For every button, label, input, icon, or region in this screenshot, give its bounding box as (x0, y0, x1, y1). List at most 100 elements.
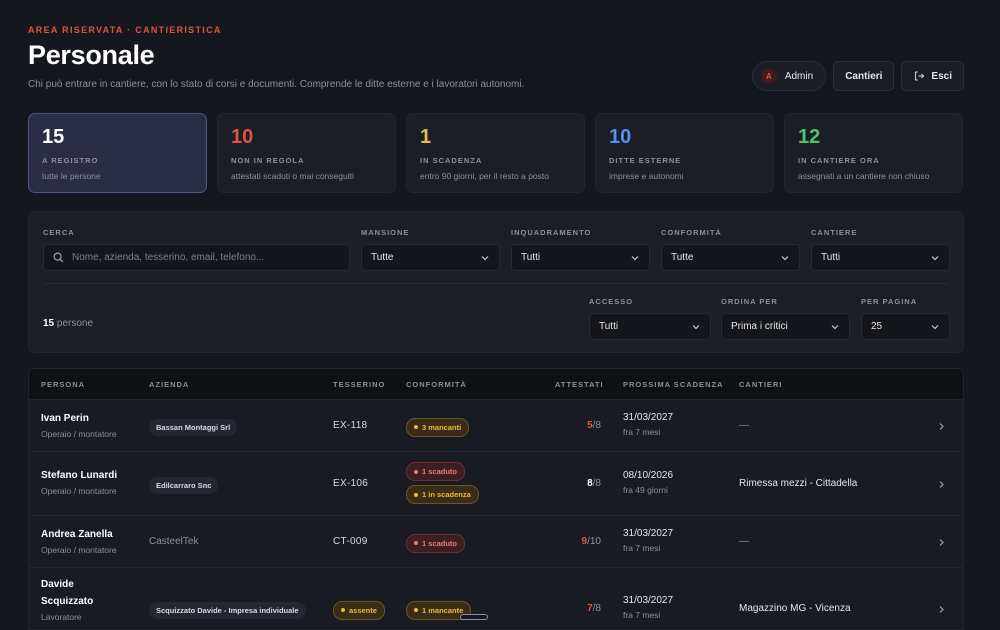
expiry-relative: fra 7 mesi (623, 427, 661, 437)
company-name: CasteelTek (149, 536, 199, 547)
table-row[interactable]: Stefano Lunardi Operaio / montatore Edil… (29, 451, 963, 515)
site-cell: Rimessa mezzi - Cittadella (739, 478, 858, 489)
status-dot (414, 469, 418, 474)
ordina-select[interactable]: Prima i critici (721, 313, 850, 340)
stat-card-ditte-esterne[interactable]: 10 DITTE ESTERNE imprese e autonomi (595, 113, 774, 193)
logout-label: Esci (931, 70, 952, 82)
status-badge-label: assente (349, 605, 377, 615)
header-actions: A Admin Cantieri Esci (751, 61, 964, 91)
badge-number: EX-118 (333, 420, 368, 431)
scroll-indicator[interactable] (460, 614, 488, 620)
accesso-select[interactable]: Tutti (589, 313, 711, 340)
person-role: Lavoratore (41, 612, 82, 622)
expiry-cell: 31/03/2027 fra 7 mesi (623, 595, 673, 620)
col-conformita[interactable]: CONFORMITÀ (406, 380, 467, 389)
table-row[interactable]: Ivan Perin Operaio / montatore Bassan Mo… (29, 399, 963, 451)
expiry-relative: fra 7 mesi (623, 610, 661, 620)
inquadramento-select[interactable]: Tutti (511, 244, 650, 271)
col-tesserino[interactable]: TESSERINO (333, 380, 385, 389)
logout-button[interactable]: Esci (901, 61, 964, 91)
stat-card-non-in-regola[interactable]: 10 NON IN REGOLA attestati scaduti o mai… (217, 113, 396, 193)
col-attestati[interactable]: ATTESTATI (555, 380, 604, 389)
stat-value: 15 (42, 126, 65, 148)
attestati-den: /8 (592, 603, 601, 614)
status-dot (414, 608, 418, 612)
cantieri-button[interactable]: Cantieri (833, 61, 895, 91)
chevron-right-icon[interactable] (937, 605, 946, 614)
chevron-down-icon (931, 255, 939, 260)
attestati-count: 9/10 (541, 536, 601, 547)
stat-caption: entro 90 giorni, per il resto a posto (420, 171, 549, 181)
mansione-value: Tutte (371, 252, 394, 263)
person-cell: Stefano Lunardi Operaio / montatore (41, 467, 117, 496)
conformita-select[interactable]: Tutte (661, 244, 800, 271)
inquadramento-label: INQUADRAMENTO (511, 228, 592, 237)
search-icon (53, 252, 64, 263)
stat-label: NON IN REGOLA (231, 156, 305, 165)
stat-card-registro[interactable]: 15 A REGISTRO tutte le persone (28, 113, 207, 193)
attestati-count: 7/8 (541, 603, 601, 614)
col-prossima-scadenza[interactable]: PROSSIMA SCADENZA (623, 380, 723, 389)
col-azienda[interactable]: AZIENDA (149, 380, 189, 389)
status-badge-label: 1 scaduto (422, 467, 458, 476)
company-chip: Scquizzato Davide - Impresa individuale (149, 602, 306, 619)
results-count: 15 persone (43, 318, 93, 329)
filters-panel: CERCA MANSIONE Tutte INQUADRAMENTO Tutti… (28, 211, 964, 353)
stat-card-in-cantiere[interactable]: 12 IN CANTIERE ORA assegnati a un cantie… (784, 113, 963, 193)
table-row[interactable]: Andrea Zanella Operaio / montatore Caste… (29, 515, 963, 567)
site-cell: Magazzino MG - Vicenza (739, 603, 851, 614)
chevron-right-icon[interactable] (937, 422, 946, 431)
person-cell: Ivan Perin Operaio / montatore (41, 410, 117, 439)
status-badge: 3 mancanti (406, 417, 470, 437)
cantiere-select[interactable]: Tutti (811, 244, 950, 271)
person-role: Operaio / montatore (41, 429, 117, 439)
stat-card-in-scadenza[interactable]: 1 IN SCADENZA entro 90 giorni, per il re… (406, 113, 585, 193)
stat-caption: imprese e autonomi (609, 171, 684, 181)
stat-label: IN SCADENZA (420, 156, 483, 165)
chevron-right-icon[interactable] (937, 538, 946, 547)
expiry-date: 31/03/2027 (623, 528, 674, 539)
stat-label: A REGISTRO (42, 156, 99, 165)
stat-label: DITTE ESTERNE (609, 156, 682, 165)
expiry-relative: fra 7 mesi (623, 543, 661, 553)
status-dot (414, 425, 418, 429)
attestati-den: /8 (592, 478, 601, 489)
table-row[interactable]: Davide Scquizzato Lavoratore Scquizzato … (29, 567, 963, 629)
company-chip: Bassan Montaggi Srl (149, 419, 238, 436)
person-cell: Andrea Zanella Operaio / montatore (41, 526, 117, 555)
status-dot (414, 541, 418, 545)
perpagina-label: PER PAGINA (861, 297, 918, 306)
badge-number: CT-009 (333, 536, 368, 547)
search-box[interactable] (43, 244, 350, 271)
chevron-down-icon (931, 324, 939, 329)
accesso-label: ACCESSO (589, 297, 634, 306)
mansione-select[interactable]: Tutte (361, 244, 500, 271)
people-table: PERSONA AZIENDA TESSERINO CONFORMITÀ ATT… (28, 368, 964, 630)
status-badge: 1 in scadenza (406, 485, 479, 504)
chevron-down-icon (631, 255, 639, 260)
status-badge-label: 1 in scadenza (422, 490, 471, 499)
conformity-cell: 1 scaduto (406, 532, 466, 557)
perpagina-select[interactable]: 25 (861, 313, 950, 340)
company-chip: Edilcarraro Snc (149, 477, 219, 494)
user-menu-button[interactable]: A Admin (751, 61, 827, 91)
search-input[interactable] (72, 252, 332, 263)
status-dot (341, 608, 345, 612)
chevron-down-icon (781, 255, 789, 260)
stats-row: 15 A REGISTRO tutte le persone 10 NON IN… (28, 113, 963, 193)
accesso-value: Tutti (599, 321, 619, 332)
page-title: Personale (28, 40, 155, 70)
mansione-label: MANSIONE (361, 228, 410, 237)
chevron-right-icon[interactable] (937, 480, 946, 489)
conformita-label: CONFORMITÀ (661, 228, 722, 237)
col-cantieri[interactable]: CANTIERI (739, 380, 782, 389)
site-cell: — (739, 420, 749, 431)
inquadramento-value: Tutti (521, 252, 541, 263)
status-badge: 1 scaduto (406, 533, 466, 553)
col-persona[interactable]: PERSONA (41, 380, 85, 389)
expiry-date: 31/03/2027 (623, 595, 674, 606)
badge-number-cell: assente (333, 599, 385, 624)
user-label: Admin (784, 70, 814, 82)
stat-value: 1 (420, 126, 432, 148)
stat-value: 12 (798, 126, 821, 148)
